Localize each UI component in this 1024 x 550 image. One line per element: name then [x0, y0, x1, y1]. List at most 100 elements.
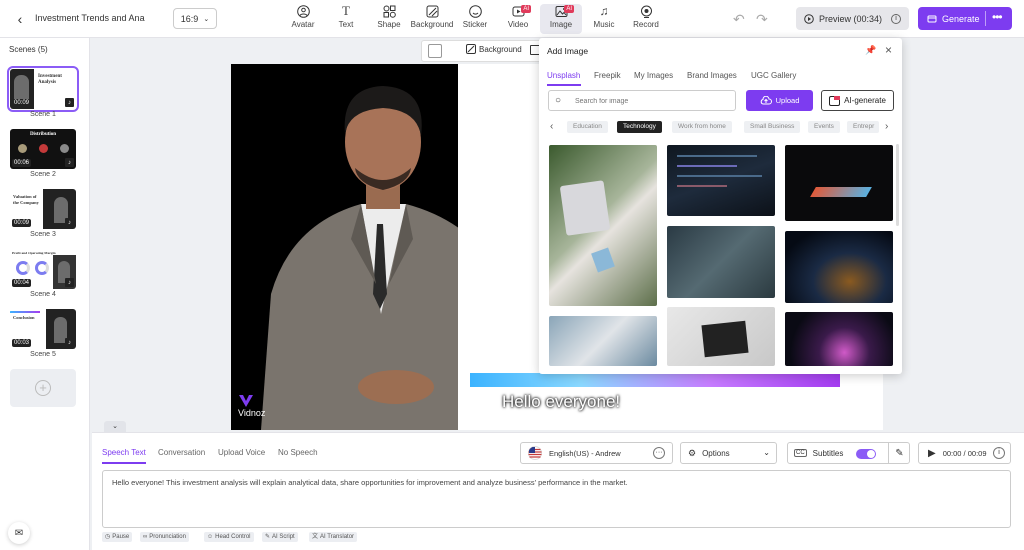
more-icon[interactable]: ··· — [653, 447, 665, 459]
image-thumbnail[interactable] — [549, 145, 657, 306]
image-search[interactable]: ○ — [548, 90, 736, 111]
category-chip[interactable]: Work from home — [672, 121, 732, 133]
options-select[interactable]: ⚙ Options ⌄ — [680, 442, 777, 464]
avatar-presenter[interactable] — [231, 64, 458, 430]
speech-panel: Speech Text Conversation Upload Voice No… — [92, 432, 1024, 550]
play-circle-icon — [804, 13, 814, 24]
script-textarea[interactable]: Hello everyone! This investment analysis… — [102, 470, 1011, 528]
image-thumbnail[interactable] — [667, 226, 775, 298]
tab-conversation[interactable]: Conversation — [158, 448, 205, 457]
image-thumbnail[interactable] — [667, 145, 775, 216]
more-options-icon[interactable]: ••• — [992, 10, 1003, 24]
translate-icon: 文 — [312, 534, 319, 540]
chat-icon[interactable]: ✉ — [8, 522, 30, 544]
play-icon[interactable]: ▶ — [928, 448, 936, 459]
upload-button[interactable]: Upload — [746, 90, 813, 111]
ai-script-chip[interactable]: ✎ AI Script — [262, 532, 298, 542]
tab-upload-voice[interactable]: Upload Voice — [218, 448, 265, 457]
music-note-icon: ♪ — [65, 338, 74, 347]
scene-label: Scene 1 — [30, 111, 56, 118]
scene-label: Scene 5 — [30, 351, 56, 358]
scene-thumbnail-2[interactable]: Distribution 00:06 ♪ — [10, 129, 76, 169]
scene-thumbnail-5[interactable]: Conclusion 00:03 ♪ — [10, 309, 76, 349]
tab-unsplash[interactable]: Unsplash — [547, 71, 580, 80]
pause-chip[interactable]: ◷ Pause — [102, 532, 133, 542]
chevron-left-icon[interactable]: ‹ — [550, 121, 553, 132]
add-scene-button[interactable]: + — [10, 369, 76, 407]
ai-badge: AI — [564, 5, 574, 13]
search-input[interactable] — [575, 94, 725, 108]
scene-thumbnail-1[interactable]: Investment Analysis 00:09 ♪ — [7, 66, 79, 112]
image-thumbnail[interactable] — [785, 312, 893, 366]
scene-heading: Distribution — [29, 132, 57, 137]
tab-no-speech[interactable]: No Speech — [278, 448, 318, 457]
music-note-icon: ♪ — [65, 218, 74, 227]
image-thumbnail[interactable] — [785, 231, 893, 303]
image-thumbnail[interactable] — [667, 307, 775, 366]
tool-label: Image — [549, 20, 573, 29]
tool-music[interactable]: ♫ Music — [583, 4, 625, 34]
redo-icon[interactable]: ↷ — [756, 11, 768, 28]
avatar-icon — [296, 4, 310, 18]
image-thumbnail[interactable] — [549, 316, 657, 366]
chevron-down-icon: ⌄ — [112, 423, 118, 430]
add-image-panel: Add Image 📌 × Unsplash Freepik My Images… — [539, 38, 902, 374]
tool-sticker[interactable]: Sticker — [454, 4, 496, 34]
info-icon[interactable]: i — [993, 447, 1005, 459]
collapse-panel-toggle[interactable]: ⌄ — [104, 421, 126, 432]
head-control-chip[interactable]: ☺ Head Control — [204, 532, 254, 542]
preview-button[interactable]: Preview (00:34) i — [796, 7, 909, 30]
record-icon — [639, 4, 653, 18]
tab-my-images[interactable]: My Images — [634, 71, 673, 80]
scene-duration: 00:06 — [12, 159, 32, 167]
tab-freepik[interactable]: Freepik — [594, 71, 621, 80]
category-chip[interactable]: Events — [808, 121, 840, 133]
tool-avatar[interactable]: Avatar — [282, 4, 324, 34]
image-thumbnail[interactable] — [785, 145, 893, 221]
tool-image[interactable]: AI Image — [540, 4, 582, 34]
ai-generate-button[interactable]: AI-generate — [821, 90, 894, 111]
close-icon[interactable]: × — [885, 43, 892, 57]
tool-shape[interactable]: Shape — [368, 4, 410, 34]
generate-button[interactable]: Generate ••• — [918, 7, 1012, 30]
avatar-figure — [261, 86, 458, 430]
subtitles-toggle[interactable] — [856, 449, 876, 459]
tool-background[interactable]: Background — [411, 4, 453, 34]
top-bar: ‹ Investment Trends and Anal... 16:9 ⌄ Av… — [0, 0, 1024, 38]
tab-speech-text[interactable]: Speech Text — [102, 448, 146, 457]
category-chip-active[interactable]: Technology — [617, 121, 662, 133]
back-button[interactable]: ‹ — [10, 9, 30, 29]
tab-ugc-gallery[interactable]: UGC Gallery — [751, 71, 796, 80]
category-chip[interactable]: Entrepr — [847, 121, 879, 133]
tool-label: Sticker — [462, 20, 488, 29]
vidnoz-watermark: Vidnoz — [238, 394, 265, 418]
aspect-ratio-select[interactable]: 16:9 ⌄ — [173, 8, 217, 29]
undo-icon[interactable]: ↶ — [733, 11, 745, 28]
ai-script-icon: ✎ — [265, 534, 271, 540]
chip-label: Pronunciation — [149, 534, 186, 540]
tool-record[interactable]: Record — [625, 4, 667, 34]
category-chip[interactable]: Small Business — [744, 121, 801, 133]
color-picker[interactable] — [428, 44, 442, 58]
pin-icon[interactable]: 📌 — [865, 45, 876, 56]
scene-thumbnail-3[interactable]: Valuation of the Company 00:09 ♪ — [10, 189, 76, 229]
chevron-right-icon[interactable]: › — [885, 121, 888, 132]
scrollbar[interactable] — [896, 144, 899, 226]
tool-label: Text — [338, 20, 354, 29]
style-picker-icon[interactable]: ✎ — [888, 443, 910, 463]
preview-label: Preview (00:34) — [818, 13, 883, 24]
project-title[interactable]: Investment Trends and Anal... — [35, 13, 145, 23]
clock-icon: ◷ — [105, 534, 111, 540]
canvas-background-button[interactable]: Background — [466, 44, 522, 54]
voice-select[interactable]: English(US) - Andrew ··· — [520, 442, 673, 464]
chevron-down-icon: ⌄ — [203, 15, 210, 23]
category-chip[interactable]: Education — [567, 121, 608, 133]
scene-duration: 00:03 — [12, 339, 32, 347]
tool-text[interactable]: T Text — [325, 4, 367, 34]
pronunciation-chip[interactable]: ∞ Pronunciation — [140, 532, 189, 542]
aspect-ratio-value: 16:9 — [180, 13, 199, 24]
ai-translator-chip[interactable]: 文 AI Translator — [309, 532, 358, 542]
tab-brand-images[interactable]: Brand Images — [687, 71, 737, 80]
tool-video[interactable]: AI Video — [497, 4, 539, 34]
scene-thumbnail-4[interactable]: Profit and Operating Margin 00:04 ♪ — [10, 249, 76, 289]
